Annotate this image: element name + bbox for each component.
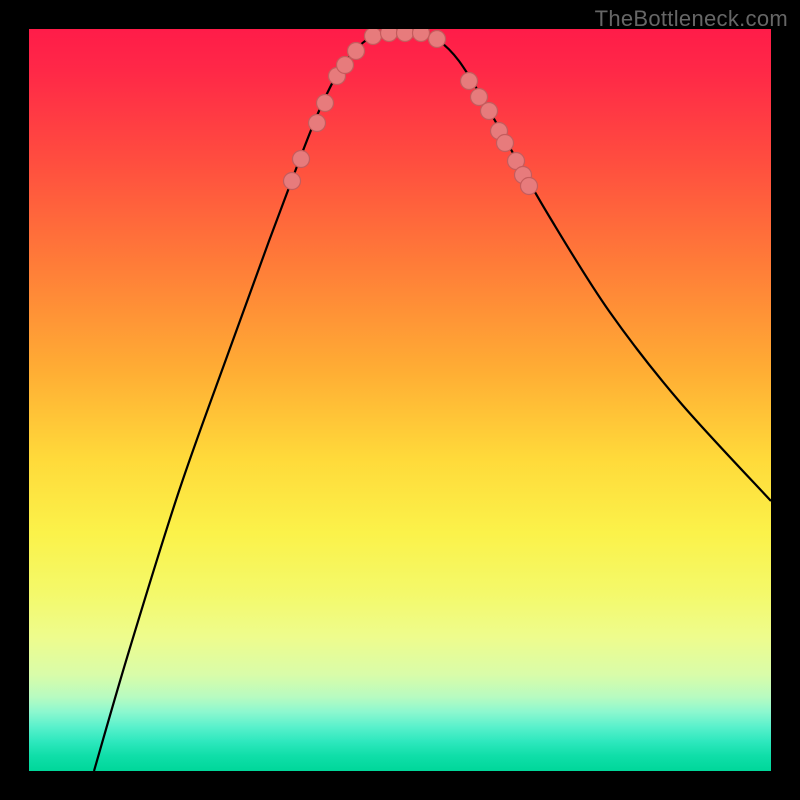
chart-svg xyxy=(29,29,771,771)
curve-marker xyxy=(284,173,301,190)
curve-marker xyxy=(481,103,498,120)
curve-marker xyxy=(337,57,354,74)
curve-marker xyxy=(429,31,446,48)
curve-marker xyxy=(397,29,414,42)
curve-marker xyxy=(309,115,326,132)
marker-group xyxy=(284,29,538,195)
curve-marker xyxy=(461,73,478,90)
bottleneck-chart: TheBottleneck.com xyxy=(0,0,800,800)
bottleneck-curve xyxy=(94,33,771,771)
curve-marker xyxy=(293,151,310,168)
curve-marker xyxy=(497,135,514,152)
curve-marker xyxy=(413,29,430,42)
plot-area xyxy=(29,29,771,771)
curve-marker xyxy=(381,29,398,42)
curve-marker xyxy=(521,178,538,195)
curve-marker xyxy=(348,43,365,60)
curve-marker xyxy=(317,95,334,112)
curve-marker xyxy=(365,29,382,45)
